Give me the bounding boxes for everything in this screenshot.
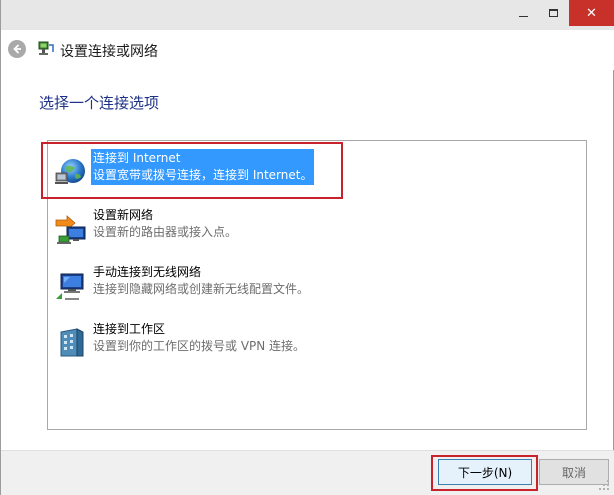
- back-button[interactable]: [8, 40, 26, 58]
- page-heading: 选择一个连接选项: [39, 94, 160, 112]
- option-title: 连接到工作区: [93, 322, 166, 336]
- globe-network-icon: [55, 159, 85, 184]
- option-title: 设置新网络: [93, 208, 154, 222]
- maximize-button[interactable]: [539, 0, 567, 26]
- option-description: 设置宽带或拨号连接，连接到 Internet。: [93, 168, 313, 182]
- option-title: 连接到 Internet: [93, 151, 181, 165]
- option-title: 手动连接到无线网络: [93, 265, 202, 279]
- wizard-window: ✕ 设置连接或网络 选择一个连接选项 连接到 Internet 设置宽带或拨号连…: [0, 0, 614, 495]
- option-description: 设置到你的工作区的拨号或 VPN 连接。: [93, 339, 306, 353]
- next-button[interactable]: 下一步(N): [438, 459, 532, 485]
- minimize-button[interactable]: [509, 0, 537, 26]
- router-setup-icon: [55, 215, 86, 244]
- back-arrow-icon: [13, 44, 21, 54]
- connection-options-list: 连接到 Internet 设置宽带或拨号连接，连接到 Internet。 设置新…: [47, 140, 587, 430]
- option-text: 连接到 Internet 设置宽带或拨号连接，连接到 Internet。: [91, 149, 315, 185]
- resize-grip-icon[interactable]: [597, 478, 611, 492]
- close-button[interactable]: ✕: [569, 0, 614, 26]
- option-setup-new-network[interactable]: 设置新网络 设置新的路由器或接入点。: [48, 206, 586, 256]
- minimize-icon: [518, 15, 528, 17]
- option-connect-internet[interactable]: 连接到 Internet 设置宽带或拨号连接，连接到 Internet。: [48, 149, 586, 199]
- workplace-building-icon: [60, 328, 84, 357]
- option-text: 连接到工作区 设置到你的工作区的拨号或 VPN 连接。: [91, 320, 307, 356]
- maximize-icon: [548, 9, 558, 17]
- network-wizard-icon: [38, 41, 54, 55]
- wizard-title: 设置连接或网络: [60, 44, 158, 60]
- wireless-network-icon: [56, 273, 84, 300]
- option-description: 设置新的路由器或接入点。: [93, 225, 238, 239]
- wizard-header: 设置连接或网络: [1, 30, 614, 70]
- option-text: 手动连接到无线网络 连接到隐藏网络或创建新无线配置文件。: [91, 263, 311, 299]
- option-manual-wireless[interactable]: 手动连接到无线网络 连接到隐藏网络或创建新无线配置文件。: [48, 263, 586, 313]
- option-text: 设置新网络 设置新的路由器或接入点。: [91, 206, 239, 242]
- option-description: 连接到隐藏网络或创建新无线配置文件。: [93, 282, 310, 296]
- title-bar: ✕: [1, 0, 614, 30]
- option-connect-workplace[interactable]: 连接到工作区 设置到你的工作区的拨号或 VPN 连接。: [48, 320, 586, 370]
